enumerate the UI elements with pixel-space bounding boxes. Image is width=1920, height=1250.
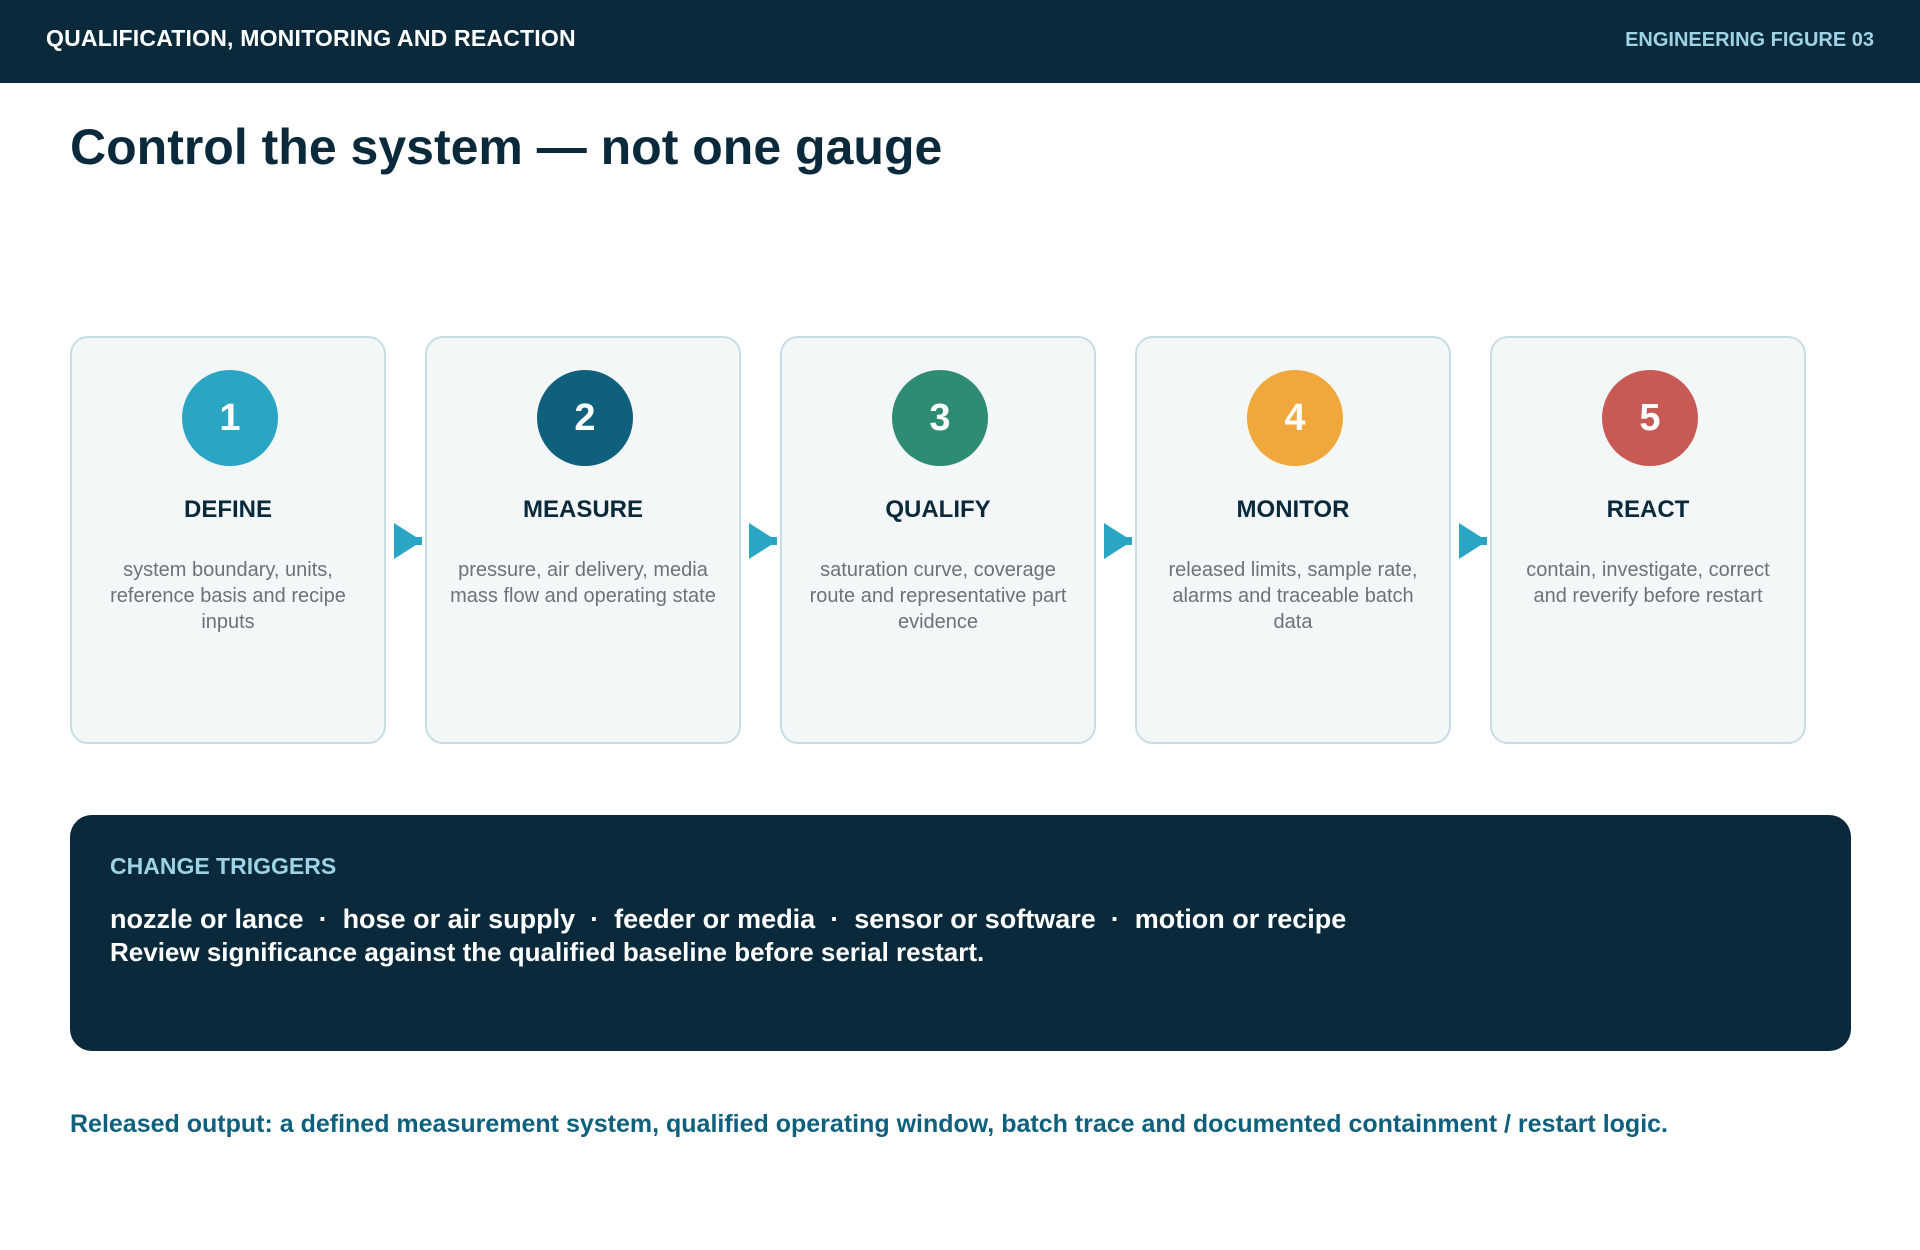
trigger-separator: · xyxy=(303,904,343,934)
step-number: 3 xyxy=(892,370,988,466)
step-number: 4 xyxy=(1247,370,1343,466)
step-description: system boundary, units, reference basis … xyxy=(110,559,346,633)
released-output-note: Released output: a defined measurement s… xyxy=(70,1110,1668,1138)
figure-label: ENGINEERING FIGURE 03 xyxy=(1625,29,1874,51)
trigger-item: hose or air supply xyxy=(342,904,576,934)
step-title: DEFINE xyxy=(183,496,272,523)
trigger-separator: · xyxy=(575,904,615,934)
step-title: MONITOR xyxy=(1236,496,1350,523)
arrow-right-icon xyxy=(394,523,422,559)
step-card-react: 5 REACT contain, investigate, correct an… xyxy=(1490,336,1806,744)
header-bar: QUALIFICATION, MONITORING AND REACTION E… xyxy=(0,0,1920,83)
change-triggers-note: Review significance against the qualifie… xyxy=(110,937,985,967)
step-description: pressure, air delivery, media mass flow … xyxy=(450,559,716,607)
step-card-qualify: 3 QUALIFY saturation curve, coverage rou… xyxy=(780,336,1096,744)
step-title: REACT xyxy=(1606,496,1690,523)
trigger-item: nozzle or lance xyxy=(110,904,304,934)
trigger-separator: · xyxy=(1095,904,1135,934)
arrow-right-icon xyxy=(749,523,777,559)
page-title: Control the system — not one gauge xyxy=(70,119,943,175)
step-card-monitor: 4 MONITOR released limits, sample rate, … xyxy=(1135,336,1451,744)
arrow-right-icon xyxy=(1104,523,1132,559)
step-title: MEASURE xyxy=(522,496,643,523)
trigger-item: motion or recipe xyxy=(1134,904,1347,934)
step-number: 2 xyxy=(537,370,633,466)
change-triggers-heading: CHANGE TRIGGERS xyxy=(110,853,337,879)
step-card-define: 1 DEFINE system boundary, units, referen… xyxy=(70,336,386,744)
trigger-separator: · xyxy=(815,904,855,934)
change-triggers-list: nozzle or lance · hose or air supply · f… xyxy=(110,903,1346,969)
step-title: QUALIFY xyxy=(885,496,991,523)
step-description: saturation curve, coverage route and rep… xyxy=(809,559,1067,633)
trigger-item: sensor or software xyxy=(854,904,1096,934)
step-card-measure: 2 MEASURE pressure, air delivery, media … xyxy=(425,336,741,744)
header-title: QUALIFICATION, MONITORING AND REACTION xyxy=(46,25,576,51)
arrow-right-icon xyxy=(1459,523,1487,559)
step-description: contain, investigate, correct and reveri… xyxy=(1526,559,1770,607)
step-description: released limits, sample rate, alarms and… xyxy=(1168,559,1418,633)
trigger-item: feeder or media xyxy=(614,904,816,934)
change-triggers-panel: CHANGE TRIGGERS nozzle or lance · hose o… xyxy=(70,815,1851,1051)
step-number: 5 xyxy=(1602,370,1698,466)
step-number: 1 xyxy=(182,370,278,466)
